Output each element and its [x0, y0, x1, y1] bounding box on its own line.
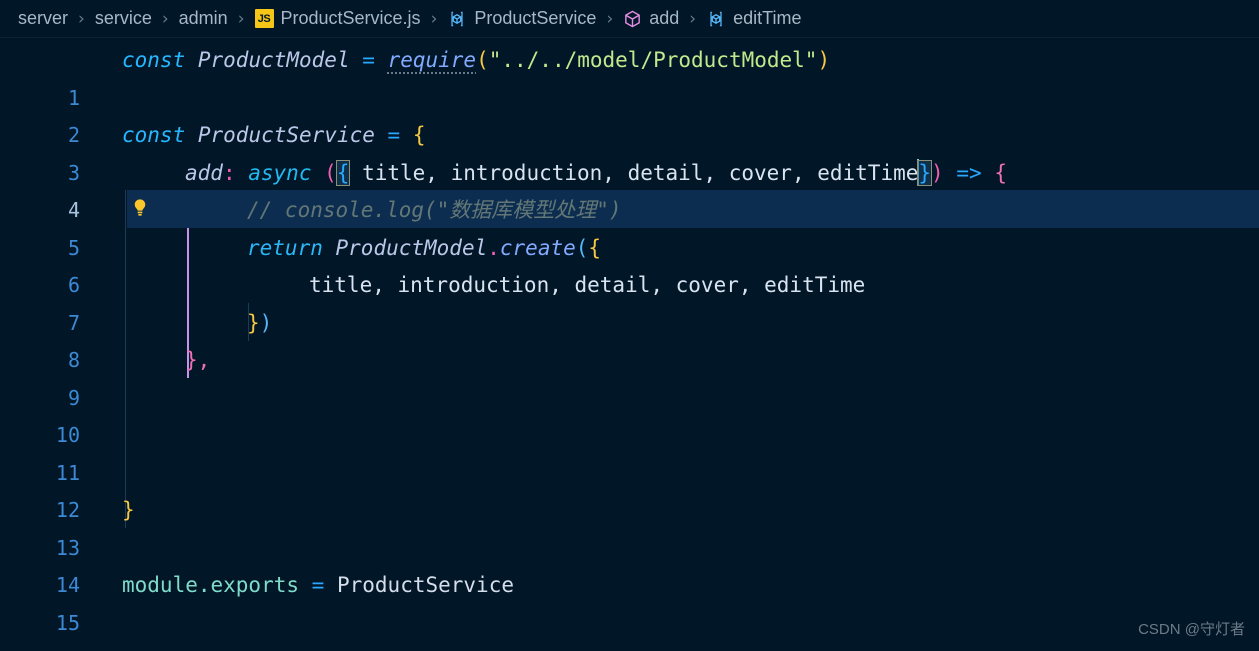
line-content: // console.log("数据库模型处理")	[247, 192, 622, 230]
token-keyword: const	[122, 123, 186, 147]
code-line[interactable]: 10	[0, 380, 1259, 447]
breadcrumb-separator: ›	[606, 8, 614, 29]
code-line-active[interactable]: 4 add: async ({ title, introduction, det…	[0, 155, 1259, 222]
breadcrumb-label: admin	[178, 8, 228, 28]
code-line[interactable]: 8 })	[0, 305, 1259, 373]
breadcrumb-item-admin[interactable]: admin	[177, 7, 230, 30]
token-brace-match-close: }	[917, 159, 933, 186]
line-content: add: async ({ title, introduction, detai…	[185, 155, 1007, 193]
token-paren: (	[575, 235, 589, 260]
code-line[interactable]: 2	[0, 80, 1259, 147]
code-line[interactable]: 5 // console.log("数据库模型处理")	[0, 192, 1259, 260]
token-paren: (	[476, 48, 489, 72]
token-colon: :	[222, 160, 236, 185]
token-string: "../../model/ProductModel"	[488, 48, 818, 72]
code-editor[interactable]: 1 const ProductModel = require("../../mo…	[0, 38, 1259, 651]
code-line[interactable]: 13 }	[0, 492, 1259, 560]
code-line[interactable]: 7 title, introduction, detail, cover, ed…	[0, 267, 1259, 335]
code-line[interactable]: 15 module.exports = ProductService	[0, 567, 1259, 635]
token-operator: =	[311, 573, 325, 597]
token-params: title, introduction, detail, cover, edit…	[349, 160, 919, 185]
code-lines[interactable]: 1 const ProductModel = require("../../mo…	[0, 38, 1259, 635]
breadcrumb-item-symbol-edittime[interactable]: editTime	[704, 7, 803, 30]
token-brace: }	[247, 310, 260, 335]
token-operator: =	[387, 123, 401, 147]
breadcrumb-label: editTime	[733, 8, 802, 28]
token-identifier: ProductModel	[335, 235, 488, 260]
breadcrumb-separator: ›	[78, 8, 85, 29]
line-content: }	[122, 492, 135, 530]
symbol-method-cube-icon	[623, 9, 642, 29]
symbol-variable-icon	[447, 9, 467, 29]
token-brace: {	[994, 160, 1007, 185]
line-content: const ProductModel = require("../../mode…	[122, 42, 830, 80]
code-line[interactable]: 12	[0, 455, 1259, 522]
breadcrumb-separator: ›	[161, 8, 169, 29]
breadcrumb-item-file[interactable]: JS ProductService.js	[253, 7, 423, 30]
breadcrumb-separator: ›	[237, 8, 245, 29]
breadcrumb-item-service[interactable]: service	[93, 7, 154, 30]
token-function-require: require	[387, 48, 477, 72]
token-comment: // console.log("数据库模型处理")	[247, 198, 622, 222]
breadcrumb-separator: ›	[689, 8, 697, 29]
code-line[interactable]: 14	[0, 530, 1259, 597]
line-content: title, introduction, detail, cover, edit…	[309, 273, 866, 297]
token-method-create: create	[499, 235, 576, 260]
breadcrumb-item-symbol-productservice[interactable]: ProductService	[445, 7, 598, 30]
line-content: module.exports = ProductService	[122, 567, 514, 605]
code-line[interactable]: 11	[0, 417, 1259, 485]
token-arrow: =>	[956, 160, 982, 185]
token-brace: }	[185, 348, 198, 372]
js-file-icon: JS	[254, 9, 274, 28]
token-brace: {	[412, 123, 426, 147]
token-brace-match-open: {	[335, 159, 351, 186]
token-property-add: add	[185, 160, 223, 185]
breadcrumb-label: server	[18, 8, 69, 28]
token-identifier: ProductService	[336, 573, 514, 597]
line-content: },	[185, 342, 210, 380]
breadcrumb-label: ProductService	[474, 8, 597, 28]
line-number: 15	[55, 610, 80, 635]
token-paren: )	[817, 48, 831, 72]
token-module-exports: module.exports	[122, 573, 300, 597]
token-keyword: const	[122, 48, 186, 72]
token-comma: ,	[197, 348, 211, 372]
line-content: return ProductModel.create({	[247, 230, 601, 268]
breadcrumb-item-server[interactable]: server	[16, 7, 70, 30]
line-content: })	[247, 305, 272, 343]
breadcrumb: server › service › admin › JS ProductSer…	[0, 0, 1259, 38]
breadcrumb-item-symbol-add[interactable]: add	[621, 7, 681, 30]
token-paren: )	[931, 160, 944, 185]
breadcrumb-label: add	[649, 8, 680, 28]
breadcrumb-label: ProductService.js	[280, 8, 421, 28]
token-paren: (	[324, 160, 337, 185]
breadcrumb-label: service	[94, 8, 152, 28]
code-line[interactable]: 6 return ProductModel.create({	[0, 230, 1259, 298]
watermark: CSDN @守灯者	[1138, 621, 1245, 638]
token-operator: =	[362, 48, 375, 72]
token-brace: }	[122, 498, 135, 522]
code-line[interactable]: 9 },	[0, 342, 1259, 410]
token-keyword-return: return	[247, 235, 323, 260]
breadcrumb-separator: ›	[430, 8, 438, 29]
token-paren: )	[259, 310, 273, 335]
code-line[interactable]: 3 const ProductService = {	[0, 117, 1259, 185]
code-line[interactable]: 1 const ProductModel = require("../../mo…	[0, 42, 1259, 110]
line-content: const ProductService = {	[122, 117, 426, 155]
token-keyword-async: async	[248, 160, 312, 185]
token-identifier: ProductModel	[197, 48, 350, 72]
token-brace: {	[588, 235, 602, 260]
token-identifier: ProductService	[197, 123, 375, 147]
token-dot: .	[487, 235, 500, 260]
symbol-variable-icon	[706, 9, 726, 29]
